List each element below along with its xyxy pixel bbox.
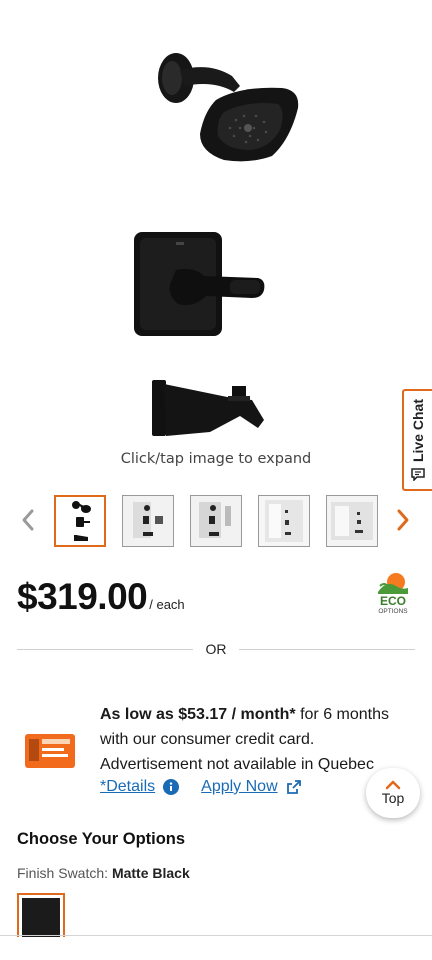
thumbnail-image bbox=[327, 496, 377, 546]
thumbnail-5[interactable] bbox=[326, 495, 378, 547]
eco-badge-title: ECO bbox=[380, 594, 406, 608]
thumbnail-image bbox=[72, 501, 91, 541]
shower-kit-illustration bbox=[134, 53, 299, 436]
thumbnail-image bbox=[123, 496, 173, 546]
eco-badge-subtitle: OPTIONS bbox=[378, 608, 408, 615]
finish-swatch-value: Matte Black bbox=[111, 865, 190, 881]
info-icon[interactable] bbox=[163, 779, 180, 795]
or-divider: OR bbox=[17, 641, 415, 657]
chevron-left-icon bbox=[22, 509, 34, 531]
chat-icon bbox=[411, 468, 425, 482]
eco-options-icon: ECO OPTIONS bbox=[378, 573, 408, 615]
chevron-right-icon bbox=[397, 509, 409, 531]
financing-headline-bold: As low as $53.17 / month* bbox=[100, 706, 296, 723]
apply-now-link[interactable]: Apply Now bbox=[201, 778, 277, 796]
thumbnail-3[interactable] bbox=[190, 495, 242, 547]
thumbnail-2[interactable] bbox=[122, 495, 174, 547]
live-chat-label: Live Chat bbox=[410, 398, 427, 463]
choose-options-heading: Choose Your Options bbox=[17, 830, 186, 848]
details-link[interactable]: *Details bbox=[100, 778, 155, 796]
product-price: $319.00 bbox=[17, 576, 148, 617]
thumbnail-carousel bbox=[0, 494, 432, 548]
product-main-image[interactable] bbox=[0, 0, 432, 480]
financing-offer-text: As low as $53.17 / month* for 6 months w… bbox=[100, 702, 420, 777]
swatch-color-fill bbox=[22, 898, 60, 937]
back-to-top-label: Top bbox=[381, 790, 405, 806]
expand-hint-text: Click/tap image to expand bbox=[120, 451, 312, 467]
carousel-next-button[interactable] bbox=[390, 504, 416, 536]
back-to-top-button[interactable]: Top bbox=[366, 768, 420, 818]
eco-options-badge[interactable]: ECO OPTIONS bbox=[372, 572, 414, 616]
financing-links: *Details Apply Now bbox=[100, 778, 302, 796]
finish-swatch-label: Finish Swatch: Matte Black bbox=[17, 865, 190, 881]
external-link-icon[interactable] bbox=[286, 779, 302, 795]
finish-swatch-matte-black[interactable] bbox=[17, 893, 65, 937]
thumbnail-4[interactable] bbox=[258, 495, 310, 547]
price-unit: / each bbox=[149, 597, 185, 612]
thumbnail-image bbox=[259, 496, 309, 546]
divider-line-right bbox=[239, 649, 415, 650]
carousel-prev-button[interactable] bbox=[15, 504, 41, 536]
chevron-up-icon bbox=[385, 780, 401, 790]
bottom-divider bbox=[0, 935, 432, 936]
credit-card-icon bbox=[24, 733, 76, 769]
thumbnail-1[interactable] bbox=[54, 495, 106, 547]
live-chat-tab[interactable]: Live Chat bbox=[402, 389, 432, 491]
thumbnail-image bbox=[191, 496, 241, 546]
price-block: $319.00/ each bbox=[17, 576, 185, 618]
finish-swatch-caption: Finish Swatch: bbox=[17, 865, 109, 881]
